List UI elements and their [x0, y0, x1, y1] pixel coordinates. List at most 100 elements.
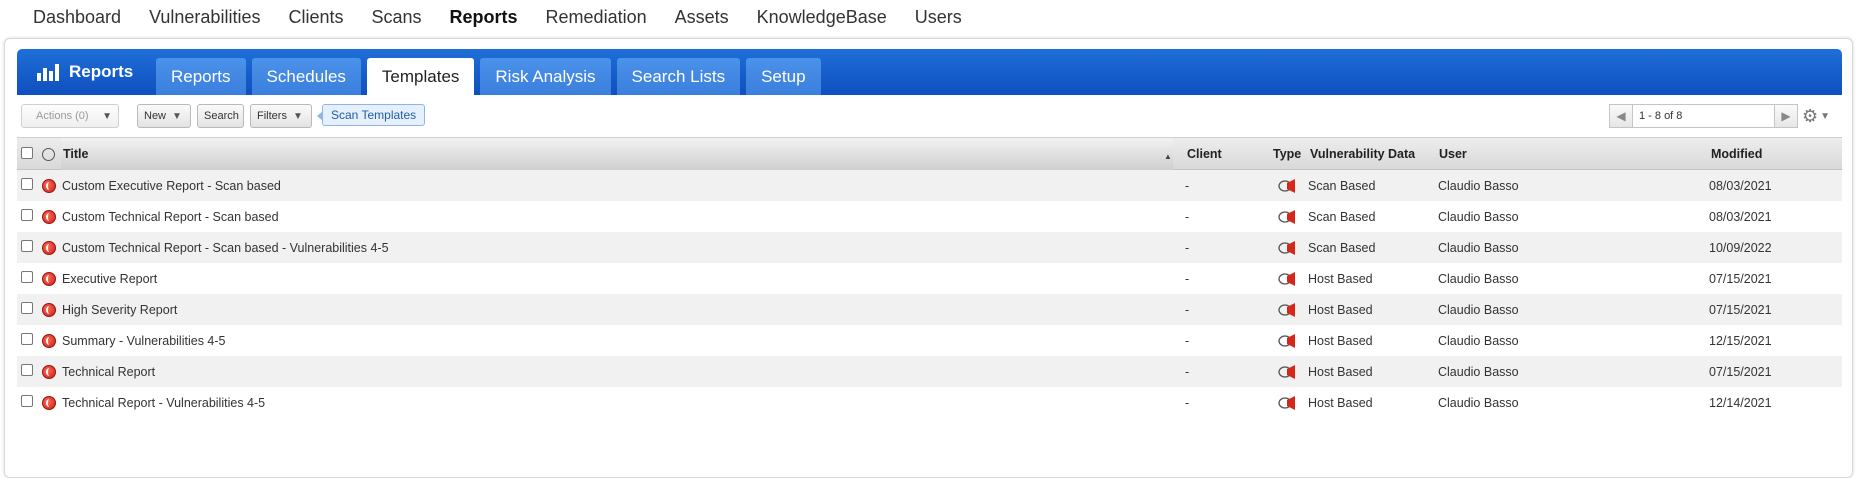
report-type-icon [1278, 179, 1295, 193]
row-vulnerability-data: Host Based [1308, 365, 1373, 379]
row-client: - [1185, 365, 1190, 379]
column-client[interactable]: Client [1187, 147, 1222, 161]
nav-clients[interactable]: Clients [288, 7, 343, 28]
new-label: New [144, 110, 167, 122]
row-checkbox[interactable] [21, 395, 33, 407]
nav-scans[interactable]: Scans [372, 7, 422, 28]
globe-icon [42, 148, 55, 161]
row-modified: 12/15/2021 [1709, 334, 1772, 348]
chevron-down-icon: ▼ [172, 110, 182, 122]
row-modified: 08/03/2021 [1709, 179, 1772, 193]
tab-schedules[interactable]: Schedules [251, 58, 361, 95]
row-checkbox[interactable] [21, 271, 33, 283]
search-label: Search [204, 110, 239, 122]
globe-icon [42, 241, 56, 255]
page-range-input[interactable]: 1 - 8 of 8 [1633, 104, 1774, 128]
tab-setup[interactable]: Setup [746, 58, 821, 95]
column-user[interactable]: User [1439, 147, 1467, 161]
row-client: - [1185, 303, 1190, 317]
table-row[interactable]: Executive Report - Host Based Claudio Basso… [17, 263, 1842, 294]
row-vulnerability-data: Scan Based [1308, 241, 1376, 255]
report-type-icon [1278, 365, 1295, 379]
next-page-button[interactable]: ▶ [1774, 104, 1798, 128]
row-vulnerability-data: Scan Based [1308, 179, 1376, 193]
globe-icon [42, 334, 56, 348]
search-button[interactable]: Search [197, 104, 244, 128]
nav-remediation[interactable]: Remediation [546, 7, 647, 28]
column-vulnerability-data[interactable]: Vulnerability Data [1310, 147, 1415, 161]
table-row[interactable]: Technical Report - Vulnerabilities 4-5 - H… [17, 387, 1842, 418]
actions-dropdown[interactable]: Actions (0) ▼ [21, 104, 119, 128]
globe-icon [42, 210, 56, 224]
row-title[interactable]: Executive Report [62, 272, 157, 286]
tab-templates[interactable]: Templates [366, 58, 475, 95]
row-user: Claudio Basso [1438, 210, 1519, 224]
row-title[interactable]: Custom Executive Report - Scan based [62, 179, 281, 193]
nav-reports[interactable]: Reports [450, 7, 518, 28]
row-title[interactable]: High Severity Report [62, 303, 177, 317]
nav-knowledgebase[interactable]: KnowledgeBase [757, 7, 887, 28]
table-row[interactable]: Custom Executive Report - Scan based - Sca… [17, 170, 1842, 201]
tab-reports[interactable]: Reports [156, 58, 246, 95]
row-user: Claudio Basso [1438, 179, 1519, 193]
row-modified: 10/09/2022 [1709, 241, 1772, 255]
row-checkbox[interactable] [21, 333, 33, 345]
column-type[interactable]: Type [1273, 147, 1301, 161]
row-vulnerability-data: Scan Based [1308, 210, 1376, 224]
globe-icon [42, 396, 56, 410]
tab-search-lists[interactable]: Search Lists [616, 58, 741, 95]
tab-risk-analysis[interactable]: Risk Analysis [480, 58, 611, 95]
row-title[interactable]: Custom Technical Report - Scan based - V… [62, 241, 389, 255]
table-row[interactable]: Technical Report - Host Based Claudio Basso… [17, 356, 1842, 387]
gear-icon: ⚙ [1802, 105, 1819, 126]
report-type-icon [1278, 303, 1295, 317]
nav-assets[interactable]: Assets [675, 7, 729, 28]
row-modified: 07/15/2021 [1709, 365, 1772, 379]
nav-users[interactable]: Users [915, 7, 962, 28]
pagination: ◀ 1 - 8 of 8 ▶ [1609, 104, 1798, 128]
nav-dashboard[interactable]: Dashboard [33, 7, 121, 28]
row-client: - [1185, 334, 1190, 348]
row-checkbox[interactable] [21, 209, 33, 221]
row-modified: 08/03/2021 [1709, 210, 1772, 224]
row-user: Claudio Basso [1438, 365, 1519, 379]
table-header: Title ▲ Client Type Vulnerability Data U… [17, 137, 1842, 170]
column-title[interactable]: Title [63, 147, 88, 161]
templates-table: Title ▲ Client Type Vulnerability Data U… [17, 137, 1842, 418]
select-all-checkbox[interactable] [21, 147, 33, 159]
table-row[interactable]: Custom Technical Report - Scan based - V… [17, 232, 1842, 263]
reports-panel: Reports Reports Schedules Templates Risk… [4, 38, 1853, 478]
row-checkbox[interactable] [21, 178, 33, 190]
row-title[interactable]: Technical Report [62, 365, 155, 379]
settings-menu[interactable]: ⚙ ▼ [1802, 105, 1830, 127]
row-checkbox[interactable] [21, 240, 33, 252]
row-vulnerability-data: Host Based [1308, 303, 1373, 317]
top-navigation: Dashboard Vulnerabilities Clients Scans … [0, 0, 1859, 34]
table-row[interactable]: Custom Technical Report - Scan based - Sca… [17, 201, 1842, 232]
active-filter-tag[interactable]: Scan Templates [316, 104, 426, 126]
row-title[interactable]: Technical Report - Vulnerabilities 4-5 [62, 396, 265, 410]
prev-page-button[interactable]: ◀ [1609, 104, 1633, 128]
toolbar: Actions (0) ▼ New ▼ Search Filters ▼ Sca… [17, 102, 1842, 130]
globe-icon [42, 303, 56, 317]
globe-icon [42, 179, 56, 193]
nav-vulnerabilities[interactable]: Vulnerabilities [149, 7, 260, 28]
column-modified[interactable]: Modified [1711, 147, 1762, 161]
row-title[interactable]: Summary - Vulnerabilities 4-5 [62, 334, 225, 348]
row-client: - [1185, 272, 1190, 286]
row-title[interactable]: Custom Technical Report - Scan based [62, 210, 279, 224]
row-vulnerability-data: Host Based [1308, 334, 1373, 348]
chevron-down-icon: ▼ [292, 110, 303, 122]
report-type-icon [1278, 241, 1295, 255]
report-type-icon [1278, 396, 1295, 410]
table-row[interactable]: Summary - Vulnerabilities 4-5 - Host Based… [17, 325, 1842, 356]
bar-chart-icon [37, 63, 61, 81]
row-modified: 07/15/2021 [1709, 303, 1772, 317]
row-checkbox[interactable] [21, 364, 33, 376]
table-row[interactable]: High Severity Report - Host Based Claudio B… [17, 294, 1842, 325]
row-checkbox[interactable] [21, 302, 33, 314]
filters-dropdown[interactable]: Filters ▼ [250, 104, 312, 128]
new-dropdown[interactable]: New ▼ [137, 104, 191, 128]
title-column-sorted-bg [61, 138, 1173, 170]
row-client: - [1185, 396, 1190, 410]
